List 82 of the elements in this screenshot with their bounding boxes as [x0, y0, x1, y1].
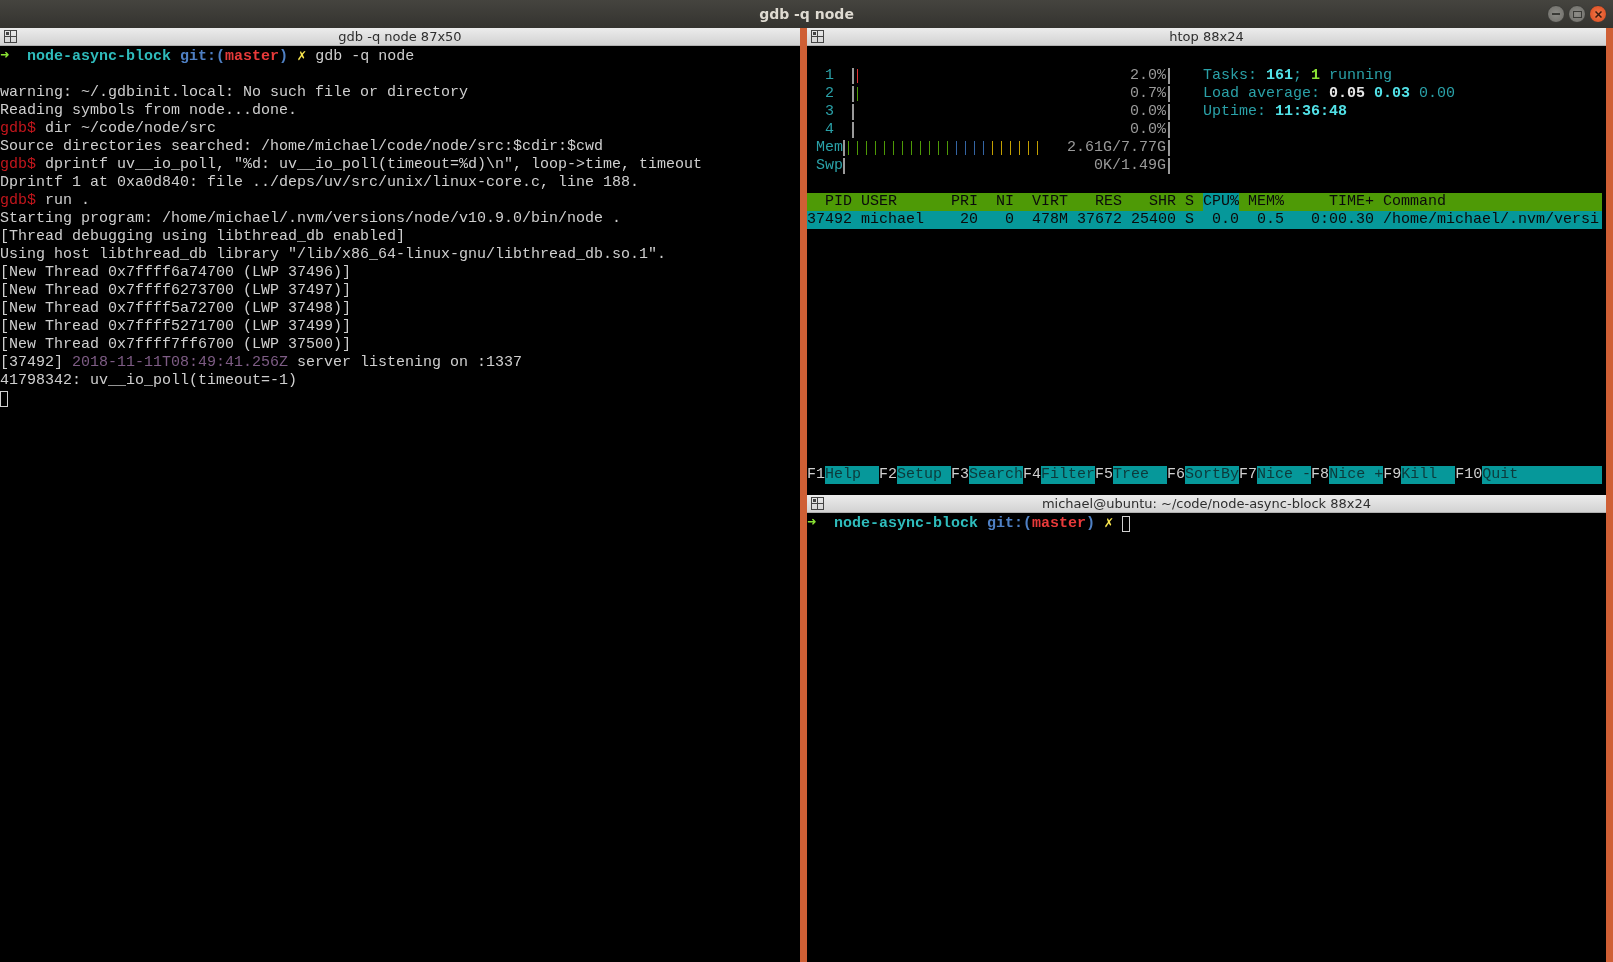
- column-header[interactable]: S: [1185, 193, 1194, 211]
- function-key: F1: [807, 466, 825, 484]
- column-header[interactable]: RES: [1077, 193, 1122, 211]
- close-button[interactable]: [1589, 5, 1607, 23]
- function-key-button[interactable]: SortBy: [1185, 466, 1240, 484]
- pane-title: gdb -q node 87x50: [338, 29, 462, 44]
- function-key-button[interactable]: Nice +: [1329, 466, 1384, 484]
- column-header[interactable]: NI: [987, 193, 1014, 211]
- table-cell-text: 478M: [1031, 211, 1068, 229]
- function-key-button[interactable]: Search: [969, 466, 1024, 484]
- terminal-line: warning: ~/.gdbinit.local: No such file or directory: [0, 84, 469, 102]
- minimize-button[interactable]: [1547, 5, 1565, 23]
- table-cell-text: 0.0: [1211, 211, 1239, 229]
- column-header[interactable]: MEM%: [1248, 193, 1284, 211]
- table-cell-text: 0:00.30: [1310, 211, 1374, 229]
- column-header[interactable]: USER: [861, 193, 942, 211]
- function-key-button[interactable]: Filter: [1041, 466, 1096, 484]
- column-header[interactable]: VIRT: [1023, 193, 1068, 211]
- column-header[interactable]: PRI: [951, 193, 978, 211]
- function-key-button[interactable]: Tree: [1113, 466, 1168, 484]
- maximize-icon: [1572, 10, 1582, 18]
- terminal-line: Dprintf 1 at 0xa0d840: file ../deps/uv/src/unix/linux-core.c, line 188.: [0, 174, 640, 192]
- column-header[interactable]: SHR: [1131, 193, 1176, 211]
- function-key: F4: [1023, 466, 1042, 484]
- terminal-line: Source directories searched: /home/michael/code/node/src:$cdir:$cwd: [0, 138, 604, 156]
- function-key-button[interactable]: Nice -: [1257, 466, 1312, 484]
- minimize-icon: [1552, 13, 1560, 15]
- column-header[interactable]: CPU%: [1203, 193, 1239, 211]
- table-cell-text: 20: [959, 211, 978, 229]
- function-key-button[interactable]: Help: [825, 466, 879, 484]
- meter-label: Mem: [815, 139, 843, 157]
- prompt-line: ➜ node-async-block git:(master) ✗: [807, 515, 1114, 533]
- terminal-line: gdb$ dprintf uv__io_poll, "%d: uv__io_poll(timeout=%d)\n", loop->time, timeout: [0, 156, 703, 174]
- column-header[interactable]: PID: [807, 193, 852, 211]
- terminal-line: [New Thread 0x7ffff6273700 (LWP 37497)]: [0, 282, 352, 300]
- terminal-line: [New Thread 0x7ffff5a72700 (LWP 37498)]: [0, 300, 352, 318]
- maximize-button[interactable]: [1568, 5, 1586, 23]
- column-header[interactable]: TIME+: [1293, 193, 1374, 211]
- grid-icon[interactable]: [811, 30, 824, 43]
- function-key-button[interactable]: Quit: [1482, 466, 1602, 484]
- terminal-line: [New Thread 0x7ffff7ff6700 (LWP 37500)]: [0, 336, 352, 354]
- meter-label: 1: [824, 67, 835, 85]
- column-header[interactable]: Command: [1383, 193, 1602, 211]
- function-key: F8: [1311, 466, 1330, 484]
- terminal-line: Reading symbols from node...done.: [0, 102, 298, 120]
- terminal-line: 41798342: uv__io_poll(timeout=-1): [0, 372, 298, 390]
- meter-label: 2: [824, 85, 835, 103]
- terminal-line: gdb$ run .: [0, 192, 91, 210]
- grid-icon[interactable]: [811, 497, 824, 510]
- grid-icon[interactable]: [4, 30, 17, 43]
- terminal-line: [37492] 2018-11-11T08:49:41.256Z server listening on :1337: [0, 354, 523, 372]
- terminal-line: gdb$ dir ~/code/node/src: [0, 120, 217, 138]
- table-cell-text: /home/michael/.nvm/versi: [1383, 211, 1601, 229]
- table-cell: S: [1185, 211, 1194, 229]
- close-icon: [1594, 10, 1602, 18]
- function-key: F10: [1455, 466, 1483, 484]
- terminal-line: Using host libthread_db library "/lib/x86_64-linux-gnu/libthread_db.so.1".: [0, 246, 667, 264]
- terminal-line: Starting program: /home/michael/.nvm/versions/node/v10.9.0/bin/node .: [0, 210, 622, 228]
- table-cell-text: michael: [861, 211, 925, 229]
- function-key: F9: [1383, 466, 1402, 484]
- table-cell-text: 0: [1004, 211, 1014, 229]
- table-cell: 37492: [807, 211, 852, 229]
- terminal-line: [New Thread 0x7ffff5271700 (LWP 37499)]: [0, 318, 352, 336]
- function-key: F7: [1239, 466, 1258, 484]
- pane-title: htop 88x24: [1169, 29, 1244, 44]
- meter-label: 3: [824, 103, 835, 121]
- meter-label: Swp: [815, 157, 843, 175]
- process-row[interactable]: 37492 michael 20 0 478M 37672 25400 S 0.0 0.5 0:00.30 /home/michael/.nvm/versi: [807, 211, 1602, 229]
- table-cell-text: 0.5: [1256, 211, 1284, 229]
- prompt-line: ➜ node-async-block git:(master) ✗ gdb -q node: [0, 48, 415, 66]
- terminal-line: [New Thread 0x7ffff6a74700 (LWP 37496)]: [0, 264, 352, 282]
- pane-title: michael@ubuntu: ~/code/node-async-block 88x24: [1041, 496, 1372, 511]
- summary-line: Uptime: 11:36:48: [1203, 103, 1348, 121]
- function-key-button[interactable]: Kill: [1401, 466, 1456, 484]
- summary-line: Tasks: 161; 1 running: [1203, 67, 1393, 85]
- table-cell: 25400: [1131, 211, 1176, 229]
- window-title: gdb -q node: [759, 6, 854, 22]
- terminal-line: [Thread debugging using libthread_db enabled]: [0, 228, 406, 246]
- meter-label: 4: [824, 121, 835, 139]
- table-cell: 37672: [1077, 211, 1122, 229]
- function-key-button[interactable]: Setup: [897, 466, 952, 484]
- summary-line: Load average: 0.05 0.03 0.00: [1203, 85, 1456, 103]
